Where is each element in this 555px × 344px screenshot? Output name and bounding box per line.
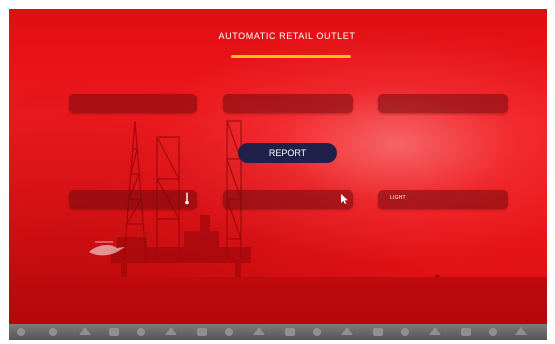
- icon-strip: [9, 324, 547, 340]
- top-field-3[interactable]: [378, 94, 508, 113]
- dashboard-panel: AUTOMATIC RETAIL OUTLET REPORT LIGHT: [9, 9, 547, 332]
- bottom-field-2[interactable]: [223, 190, 353, 209]
- page-title: AUTOMATIC RETAIL OUTLET: [218, 31, 356, 41]
- bottom-field-3[interactable]: LIGHT: [378, 190, 508, 209]
- icon-strip-pattern: [17, 327, 527, 336]
- thermometer-icon: [185, 192, 189, 205]
- cursor-icon: [341, 194, 348, 204]
- title-underline: [231, 55, 351, 58]
- bottom-field-3-label: LIGHT: [390, 195, 406, 201]
- app-root: AUTOMATIC RETAIL OUTLET REPORT LIGHT: [0, 0, 555, 344]
- report-button[interactable]: REPORT: [238, 143, 337, 163]
- bottom-field-1[interactable]: [69, 190, 197, 209]
- top-field-1[interactable]: [69, 94, 197, 113]
- top-field-2[interactable]: [223, 94, 353, 113]
